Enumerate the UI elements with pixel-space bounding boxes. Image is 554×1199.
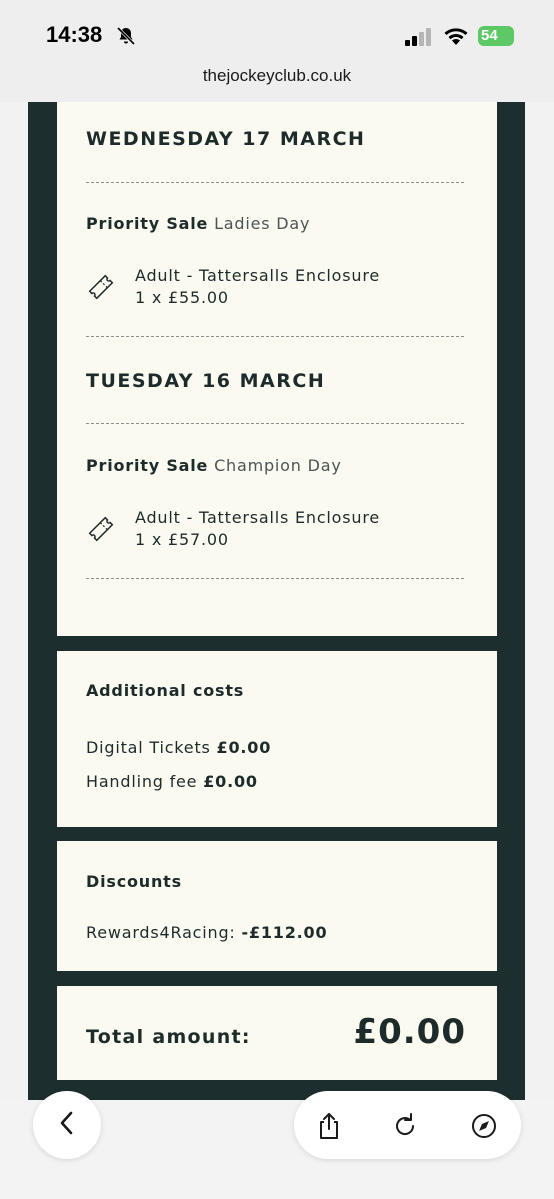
sale-type: Priority Sale <box>86 214 209 233</box>
sale-line: Priority Sale Champion Day <box>86 456 342 475</box>
battery-indicator: 54 <box>478 26 514 46</box>
line-label: Digital Tickets <box>86 738 211 757</box>
chevron-left-icon <box>56 1110 78 1140</box>
total-label: Total amount: <box>86 1026 251 1048</box>
digital-tickets-line: Digital Tickets £0.00 <box>86 738 271 757</box>
additional-costs-heading: Additional costs <box>86 681 245 700</box>
line-label: Handling fee <box>86 772 198 791</box>
signal-icon <box>405 28 433 50</box>
ticket-price: 1 x £57.00 <box>135 530 229 549</box>
compass-icon[interactable] <box>469 1111 499 1145</box>
divider <box>86 578 464 579</box>
ticket-price: 1 x £55.00 <box>135 288 229 307</box>
battery-level: 54 <box>481 27 498 44</box>
back-button[interactable] <box>33 1091 101 1159</box>
total-card: Total amount: £0.00 <box>57 986 497 1080</box>
total-value: £0.00 <box>353 1012 466 1052</box>
bell-muted-icon <box>116 26 136 50</box>
order-date: WEDNESDAY 17 MARCH <box>86 128 366 150</box>
share-icon[interactable] <box>314 1111 344 1145</box>
event-name: Champion Day <box>214 456 342 475</box>
line-value: -£112.00 <box>241 923 328 942</box>
handling-fee-line: Handling fee £0.00 <box>86 772 258 791</box>
rewards-discount-line: Rewards4Racing: -£112.00 <box>86 923 327 942</box>
ticket-icon <box>86 272 116 306</box>
line-value: £0.00 <box>203 772 258 791</box>
divider <box>86 336 464 337</box>
orders-card: WEDNESDAY 17 MARCH Priority Sale Ladies … <box>57 102 497 636</box>
additional-costs-card: Additional costs Digital Tickets £0.00 H… <box>57 651 497 827</box>
reload-icon[interactable] <box>390 1111 420 1145</box>
divider <box>86 423 464 424</box>
status-bar: 14:38 54 <box>0 0 554 60</box>
wifi-icon <box>443 25 469 49</box>
ticket-icon <box>86 514 116 548</box>
browser-actions <box>294 1091 521 1159</box>
discounts-heading: Discounts <box>86 872 182 891</box>
sale-type: Priority Sale <box>86 456 209 475</box>
url-text[interactable]: thejockeyclub.co.uk <box>203 66 351 86</box>
line-value: £0.00 <box>216 738 272 757</box>
status-time: 14:38 <box>46 22 103 47</box>
line-label: Rewards4Racing: <box>86 923 236 942</box>
url-bar[interactable]: thejockeyclub.co.uk <box>0 60 554 102</box>
divider <box>86 182 464 183</box>
event-name: Ladies Day <box>214 214 311 233</box>
order-date: TUESDAY 16 MARCH <box>86 370 326 392</box>
ticket-name: Adult - Tattersalls Enclosure <box>135 266 381 285</box>
discounts-card: Discounts Rewards4Racing: -£112.00 <box>57 841 497 971</box>
sale-line: Priority Sale Ladies Day <box>86 214 310 233</box>
ticket-name: Adult - Tattersalls Enclosure <box>135 508 381 527</box>
